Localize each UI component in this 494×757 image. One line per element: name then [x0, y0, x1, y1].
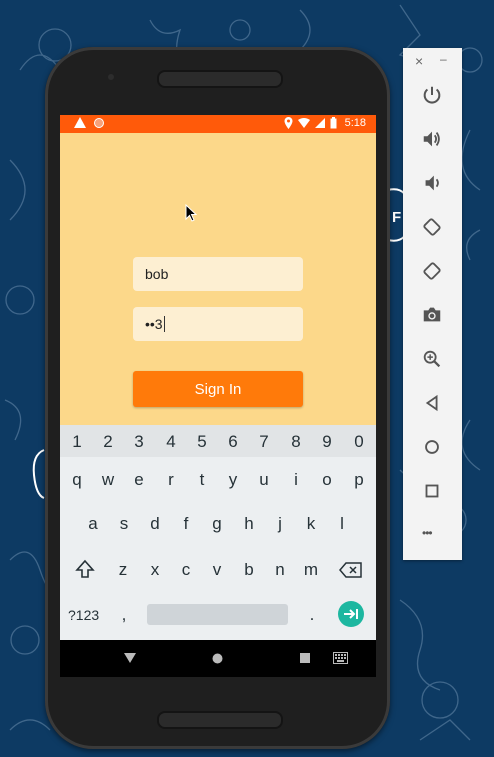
- volume-up-button[interactable]: [419, 126, 445, 152]
- sign-in-label: Sign In: [194, 380, 242, 398]
- wifi-icon: [297, 118, 310, 128]
- status-time: 5:18: [344, 117, 366, 129]
- backspace-icon[interactable]: [339, 562, 363, 578]
- key-2[interactable]: 2: [94, 432, 122, 452]
- enter-button[interactable]: [338, 601, 364, 627]
- power-button[interactable]: [419, 82, 445, 108]
- password-input[interactable]: ••3: [133, 307, 303, 341]
- key-u[interactable]: u: [250, 470, 278, 490]
- key-k[interactable]: k: [297, 514, 325, 534]
- back-button[interactable]: [419, 390, 445, 416]
- overview-icon: [425, 484, 439, 498]
- soft-keyboard: 1 2 3 4 5 6 7 8 9 0 q w e r t y u i o p …: [60, 425, 376, 640]
- rotate-left-icon: [423, 218, 441, 236]
- spacebar[interactable]: [147, 604, 288, 625]
- username-value: bob: [145, 266, 169, 282]
- overview-button[interactable]: [419, 478, 445, 504]
- phone-speaker-top: [157, 70, 283, 88]
- key-w[interactable]: w: [94, 470, 122, 490]
- key-p[interactable]: p: [345, 470, 373, 490]
- key-comma[interactable]: ,: [110, 605, 138, 625]
- battery-icon: [330, 117, 337, 129]
- mouse-cursor-icon: [185, 204, 197, 222]
- key-7[interactable]: 7: [250, 432, 278, 452]
- rotate-left-button[interactable]: [419, 214, 445, 240]
- key-o[interactable]: o: [313, 470, 341, 490]
- nav-recents-icon[interactable]: [300, 653, 310, 663]
- volume-down-icon: [425, 175, 439, 191]
- key-l[interactable]: l: [328, 514, 356, 534]
- key-s[interactable]: s: [110, 514, 138, 534]
- screenshot-button[interactable]: [419, 302, 445, 328]
- key-v[interactable]: v: [203, 560, 231, 580]
- username-input[interactable]: bob: [133, 257, 303, 291]
- home-button[interactable]: [419, 434, 445, 460]
- key-4[interactable]: 4: [157, 432, 185, 452]
- camera-icon: [423, 307, 441, 322]
- key-b[interactable]: b: [235, 560, 263, 580]
- phone-speaker-bottom: [157, 711, 283, 729]
- rotate-right-icon: [423, 262, 441, 280]
- key-3[interactable]: 3: [125, 432, 153, 452]
- key-j[interactable]: j: [266, 514, 294, 534]
- phone-screen: 5:18 bob ••3 Sign In 1 2 3 4 5 6 7 8 9 0…: [60, 115, 376, 677]
- signal-icon: [314, 118, 325, 128]
- key-h[interactable]: h: [235, 514, 263, 534]
- volume-down-button[interactable]: [419, 170, 445, 196]
- symbols-key[interactable]: ?123: [68, 607, 99, 623]
- key-period[interactable]: .: [298, 605, 326, 625]
- notification-icon: [94, 117, 104, 128]
- key-r[interactable]: r: [157, 470, 185, 490]
- key-6[interactable]: 6: [219, 432, 247, 452]
- key-i[interactable]: i: [282, 470, 310, 490]
- nav-back-icon[interactable]: [124, 653, 136, 663]
- key-z[interactable]: z: [109, 560, 137, 580]
- warning-icon: [74, 117, 86, 128]
- more-icon[interactable]: •••: [422, 526, 433, 540]
- home-icon: [425, 440, 439, 454]
- key-y[interactable]: y: [219, 470, 247, 490]
- key-e[interactable]: e: [125, 470, 153, 490]
- power-icon: [423, 86, 441, 104]
- key-8[interactable]: 8: [282, 432, 310, 452]
- volume-up-icon: [423, 131, 440, 147]
- keyboard-number-row: 1 2 3 4 5 6 7 8 9 0: [60, 425, 376, 457]
- key-f[interactable]: f: [172, 514, 200, 534]
- keyboard-switch-icon[interactable]: [333, 652, 348, 664]
- back-icon: [425, 394, 438, 412]
- rotate-right-button[interactable]: [419, 258, 445, 284]
- zoom-icon: [423, 350, 441, 368]
- key-t[interactable]: t: [188, 470, 216, 490]
- key-q[interactable]: q: [63, 470, 91, 490]
- key-5[interactable]: 5: [188, 432, 216, 452]
- close-icon[interactable]: ×: [415, 53, 423, 69]
- location-icon: [284, 117, 293, 129]
- sign-in-button[interactable]: Sign In: [133, 371, 303, 407]
- emulator-toolbar: × – •••: [403, 48, 462, 560]
- key-c[interactable]: c: [172, 560, 200, 580]
- nav-home-icon[interactable]: [212, 653, 223, 664]
- key-1[interactable]: 1: [63, 432, 91, 452]
- svg-text:F: F: [392, 209, 401, 226]
- phone-camera: [108, 74, 114, 80]
- key-9[interactable]: 9: [313, 432, 341, 452]
- key-m[interactable]: m: [297, 560, 325, 580]
- key-0[interactable]: 0: [345, 432, 373, 452]
- key-n[interactable]: n: [266, 560, 294, 580]
- minimize-icon[interactable]: –: [440, 52, 447, 66]
- password-value: ••3: [145, 316, 163, 332]
- status-bar: 5:18: [60, 115, 376, 133]
- key-x[interactable]: x: [141, 560, 169, 580]
- key-g[interactable]: g: [203, 514, 231, 534]
- key-a[interactable]: a: [79, 514, 107, 534]
- navigation-bar: [60, 640, 376, 677]
- next-icon: [344, 609, 358, 619]
- key-d[interactable]: d: [141, 514, 169, 534]
- zoom-button[interactable]: [419, 346, 445, 372]
- shift-icon[interactable]: [75, 559, 95, 579]
- text-caret: [163, 316, 165, 332]
